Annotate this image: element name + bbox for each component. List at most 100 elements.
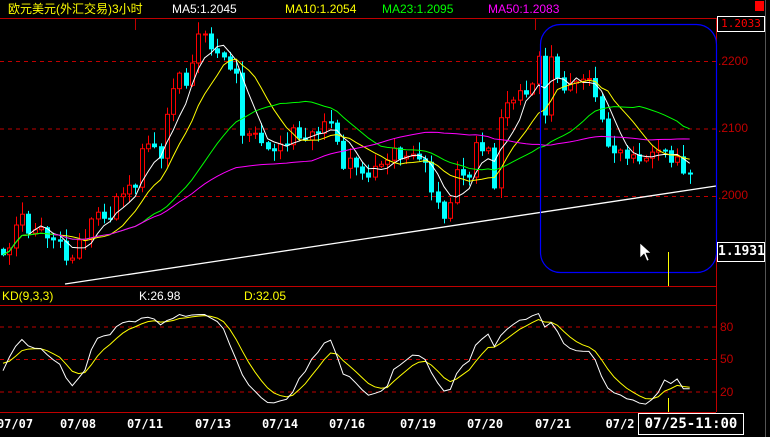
candle-up [171, 88, 176, 115]
candle-up [203, 33, 208, 36]
candle-down [64, 240, 69, 261]
candle-down [366, 172, 371, 178]
candle-down [215, 48, 220, 54]
candle-down [436, 191, 441, 203]
date-label: 07/21 [534, 417, 572, 431]
d-value: D:32.05 [244, 289, 287, 303]
candle-down [688, 172, 693, 175]
candle-up [379, 163, 384, 167]
date-label: 07/13 [194, 417, 232, 431]
candle-down [360, 166, 365, 174]
candle-up [14, 224, 19, 249]
candlestick-chart[interactable] [0, 0, 770, 437]
candle-up [675, 156, 680, 163]
ma50-value: MA50:1.2083 [488, 2, 560, 16]
ma23-line [2, 100, 690, 256]
candle-down [555, 56, 560, 79]
candle-down [524, 90, 529, 95]
candle-down [152, 143, 157, 148]
candle-up [505, 102, 510, 119]
candle-down [259, 132, 264, 144]
candle-up [392, 147, 397, 161]
date-label: 07/11 [126, 417, 164, 431]
candle-up [348, 157, 353, 169]
ma5-value: MA5:1.2045 [172, 2, 237, 16]
ma23-value: MA23:1.2095 [382, 2, 454, 16]
candle-down [228, 56, 233, 70]
date-label: 07/08 [59, 417, 97, 431]
trendline[interactable] [64, 185, 717, 285]
date-label: 07/19 [399, 417, 437, 431]
candle-up [644, 157, 649, 162]
candle-down [266, 142, 271, 150]
candle-down [222, 52, 227, 58]
candle-up [96, 211, 101, 220]
candle-up [190, 62, 195, 86]
candle-down [442, 201, 447, 219]
last-price-box: 1.2033 [717, 16, 765, 32]
candle-up [549, 56, 554, 116]
candle-up [587, 78, 592, 81]
candle-up [631, 154, 636, 159]
date-label: 07/20 [466, 417, 504, 431]
d-line [2, 315, 690, 400]
candle-down [26, 213, 31, 234]
candle-up [77, 239, 82, 259]
cursor-price-box: 1.1931 [717, 242, 765, 262]
candle-down [492, 147, 497, 189]
candle-down [51, 237, 56, 241]
date-label: 07/07 [0, 417, 34, 431]
candle-up [322, 121, 327, 134]
candle-down [612, 145, 617, 154]
candle-down [625, 149, 630, 159]
date-label: 07/16 [328, 417, 366, 431]
candle-up [165, 113, 170, 159]
candle-up [247, 133, 252, 136]
candle-down [272, 148, 277, 152]
candle-up [114, 196, 119, 220]
candle-up [196, 33, 201, 64]
candle-down [316, 131, 321, 134]
candle-down [58, 239, 63, 242]
candle-down [600, 96, 605, 120]
candle-up [20, 213, 25, 226]
kd-tick: 80 [720, 320, 734, 334]
date-label: 07/14 [261, 417, 299, 431]
candle-down [669, 150, 674, 163]
candle-down [480, 142, 485, 152]
candle-down [234, 68, 239, 74]
candle-down [354, 157, 359, 168]
candle-down [133, 184, 138, 188]
candle-up [518, 90, 523, 101]
price-tick: .2000 [718, 188, 749, 202]
candle-up [253, 132, 258, 135]
candle-up [448, 202, 453, 219]
kd-tick: 20 [720, 385, 734, 399]
candle-up [511, 99, 516, 104]
candle-down [461, 169, 466, 176]
kd-header: KD(9,3,3) K:26.98 D:32.05 [0, 287, 716, 305]
candle-up [39, 227, 44, 231]
kd-tick: 50 [720, 352, 734, 366]
candle-up [121, 193, 126, 198]
candle-up [177, 72, 182, 90]
candle-down [184, 72, 189, 86]
candle-down [341, 140, 346, 169]
candle-down [606, 118, 611, 147]
cursor-date-box: 07/25-11:00 [638, 413, 744, 435]
kd-label: KD(9,3,3) [2, 289, 54, 303]
price-tick: .2100 [718, 121, 749, 135]
mouse-cursor-icon [639, 242, 652, 262]
candle-down [209, 33, 214, 50]
candle-up [486, 147, 491, 152]
candle-down [663, 149, 668, 152]
instrument-title: 欧元美元(外汇交易)3小时 [8, 2, 143, 16]
candle-down [329, 121, 334, 124]
chart-header: 欧元美元(外汇交易)3小时 MA5:1.2045 MA10:1.2054 MA2… [0, 0, 770, 18]
price-tick: .2200 [718, 54, 749, 68]
candle-up [127, 184, 132, 195]
candle-up [618, 149, 623, 154]
k-value: K:26.98 [139, 289, 181, 303]
date-label: 07/2 [605, 417, 635, 431]
candle-up [455, 169, 460, 204]
